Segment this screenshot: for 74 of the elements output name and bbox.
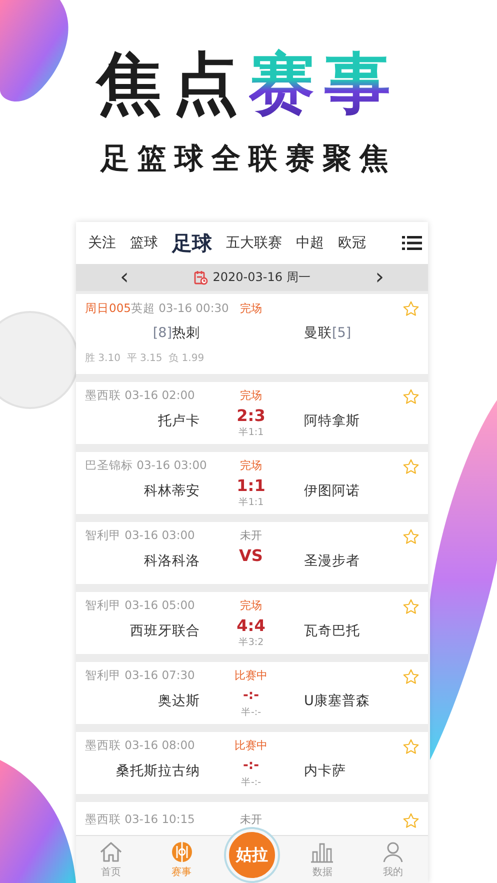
away-team: U康塞普森 <box>303 692 370 710</box>
match-card[interactable]: 智利甲 03-16 03:00 未开 科洛科洛 VS 圣漫步者 <box>76 522 428 584</box>
match-card[interactable]: 周日005英超 03-16 00:30 完场 [8]热刺 曼联[5] 胜 3.10 平 3.15 负 1.99 <box>76 294 428 374</box>
match-card[interactable]: 墨西联 03-16 08:00 比赛中 桑托斯拉古纳 -:- 半-:- 内卡萨 <box>76 732 428 794</box>
home-team: 西班牙联合 <box>130 622 201 640</box>
sport-tab[interactable]: 篮球 <box>130 234 158 252</box>
bar-chart-icon <box>310 841 334 863</box>
match-info: 墨西联 03-16 02:00 <box>85 388 195 402</box>
match-status: 比赛中 <box>234 738 268 752</box>
match-card[interactable]: 墨西联 03-16 02:00 完场 托卢卡 2:3 半1:1 阿特拿斯 <box>76 382 428 444</box>
subtitle: 足篮球全联赛聚焦 <box>100 140 396 177</box>
half-time-score: 半3:2 <box>238 636 264 648</box>
match-card[interactable]: 墨西联 03-16 10:15 未开 <box>76 802 428 835</box>
away-team: 曼联[5] <box>303 324 352 342</box>
star-icon[interactable] <box>402 598 420 616</box>
star-icon[interactable] <box>402 668 420 686</box>
score: VS <box>239 546 263 564</box>
home-team: 托卢卡 <box>158 412 201 430</box>
person-icon <box>380 841 405 863</box>
home-team: 奥达斯 <box>158 692 201 710</box>
score: 2:3 <box>236 406 266 424</box>
half-time-score: 半1:1 <box>238 426 264 438</box>
odds: 胜 3.10 平 3.15 负 1.99 <box>85 352 206 365</box>
match-status: 完场 <box>240 388 262 402</box>
away-team: 阿特拿斯 <box>303 412 360 430</box>
match-status: 完场 <box>240 300 262 316</box>
away-team: 内卡萨 <box>303 762 346 780</box>
calendar-icon <box>194 270 208 285</box>
half-time-score: 半-:- <box>240 776 262 788</box>
match-card[interactable]: 巴圣锦标 03-16 03:00 完场 科林蒂安 1:1 半1:1 伊图阿诺 <box>76 452 428 514</box>
match-info: 周日005英超 03-16 00:30 <box>85 300 229 316</box>
match-status: 完场 <box>240 458 262 472</box>
star-icon[interactable] <box>402 388 420 406</box>
home-team: [8]热刺 <box>152 324 201 342</box>
match-info: 智利甲 03-16 03:00 <box>85 528 195 542</box>
match-status: 比赛中 <box>234 668 268 682</box>
half-time-score: 半1:1 <box>238 496 264 508</box>
away-team: 瓦奇巴托 <box>303 622 360 640</box>
sport-tab[interactable]: 五大联赛 <box>226 234 282 252</box>
match-status: 完场 <box>240 598 262 612</box>
sport-tab[interactable]: 中超 <box>296 234 324 252</box>
home-team: 科林蒂安 <box>144 482 201 500</box>
sport-tab[interactable]: 欧冠 <box>338 234 366 252</box>
sport-tab[interactable]: 关注 <box>88 234 116 252</box>
home-icon <box>99 841 124 863</box>
score: 1:1 <box>236 476 266 494</box>
half-time-score: 半-:- <box>240 706 262 718</box>
score: -:- <box>243 688 259 702</box>
field-icon <box>170 841 194 863</box>
match-card[interactable]: 智利甲 03-16 07:30 比赛中 奥达斯 -:- 半-:- U康塞普森 <box>76 662 428 724</box>
match-info: 智利甲 03-16 07:30 <box>85 668 195 682</box>
match-info: 巴圣锦标 03-16 03:00 <box>85 458 207 472</box>
menu-icon[interactable] <box>402 235 422 251</box>
sport-tab[interactable]: 足球 <box>172 230 212 256</box>
star-icon[interactable] <box>402 812 420 830</box>
match-info: 智利甲 03-16 05:00 <box>85 598 195 612</box>
star-icon[interactable] <box>402 738 420 756</box>
home-team: 科洛科洛 <box>144 552 201 570</box>
away-team: 伊图阿诺 <box>303 482 360 500</box>
date-label: 2020-03-16 周一 <box>212 269 310 286</box>
home-team: 桑托斯拉古纳 <box>116 762 201 780</box>
away-team: 圣漫步者 <box>303 552 360 570</box>
match-info: 墨西联 03-16 08:00 <box>85 738 195 752</box>
star-icon[interactable] <box>402 458 420 476</box>
next-day-button[interactable]: › <box>371 266 388 288</box>
star-icon[interactable] <box>402 300 420 318</box>
match-card[interactable]: 智利甲 03-16 05:00 完场 西班牙联合 4:4 半3:2 瓦奇巴托 <box>76 592 428 654</box>
previous-day-button[interactable]: ‹ <box>116 266 133 288</box>
score: 4:4 <box>236 616 266 634</box>
match-status: 未开 <box>240 812 262 826</box>
score: -:- <box>243 758 259 772</box>
match-info: 墨西联 03-16 10:15 <box>85 812 195 826</box>
match-status: 未开 <box>240 528 262 542</box>
star-icon[interactable] <box>402 528 420 546</box>
